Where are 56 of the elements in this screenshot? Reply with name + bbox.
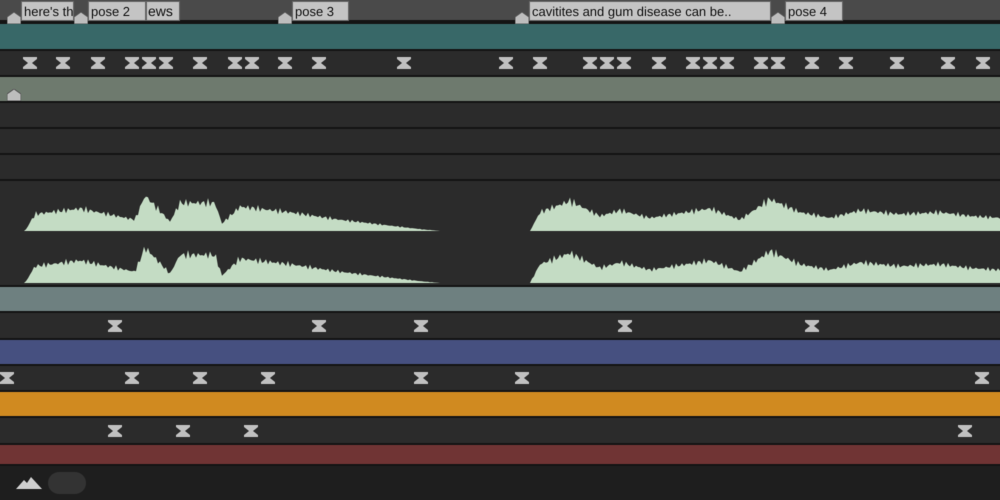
keyframe-icon[interactable] [618,320,632,332]
keyframe-icon[interactable] [976,57,990,69]
marker-pin-icon[interactable] [7,89,21,101]
keyframe-icon[interactable] [533,57,547,69]
keyframe-icon[interactable] [108,320,122,332]
keyframe-icon[interactable] [312,57,326,69]
keyframe-icon[interactable] [108,424,122,436]
keyframe-icon[interactable] [703,57,717,69]
keyframe-icon[interactable] [414,320,428,332]
layer-bar[interactable] [0,77,1000,103]
keyframe-icon[interactable] [583,57,597,69]
keyframe-icon[interactable] [617,57,631,69]
keyframe-icon[interactable] [958,424,972,436]
marker-label[interactable]: pose 4 [785,1,843,21]
marker-label[interactable]: ews [146,1,180,21]
marker-label[interactable]: pose 3 [292,1,349,21]
keyframe-icon[interactable] [805,320,819,332]
keyframe-icon[interactable] [125,372,139,384]
keyframe-icon[interactable] [23,57,37,69]
keyframe-icon[interactable] [941,57,955,69]
mountain-icon[interactable] [16,477,42,489]
keyframe-icon[interactable] [414,372,428,384]
keyframe-icon[interactable] [193,372,207,384]
keyframe-icon[interactable] [720,57,734,69]
keyframe-icon[interactable] [771,57,785,69]
keyframe-icon[interactable] [0,372,14,384]
keyframe-icon[interactable] [278,57,292,69]
layer-bar[interactable] [0,392,1000,418]
keyframe-icon[interactable] [499,57,513,69]
keyframe-icon[interactable] [805,57,819,69]
keyframe-icon[interactable] [397,57,411,69]
keyframe-icon[interactable] [754,57,768,69]
layer-bar[interactable] [0,287,1000,313]
layer-bar[interactable] [0,24,1000,51]
keyframe-icon[interactable] [312,320,326,332]
keyframe-icon[interactable] [159,57,173,69]
keyframe-icon[interactable] [56,57,70,69]
keyframe-icon[interactable] [975,372,989,384]
keyframe-icon[interactable] [839,57,853,69]
marker-label[interactable]: cavitites and gum disease can be.. [529,1,771,21]
keyframe-icon[interactable] [228,57,242,69]
keyframe-icon[interactable] [125,57,139,69]
keyframe-icon[interactable] [193,57,207,69]
keyframe-icon[interactable] [261,372,275,384]
marker-label[interactable]: pose 2 [88,1,146,21]
marker-label[interactable]: here's th [21,1,74,21]
keyframe-icon[interactable] [515,372,529,384]
keyframe-icon[interactable] [245,57,259,69]
keyframe-icon[interactable] [890,57,904,69]
keyframe-icon[interactable] [91,57,105,69]
keyframe-icon[interactable] [176,424,190,436]
keyframe-icon[interactable] [142,57,156,69]
keyframe-icon[interactable] [244,424,258,436]
keyframe-icon[interactable] [600,57,614,69]
keyframe-icon[interactable] [686,57,700,69]
keyframe-icon[interactable] [652,57,666,69]
